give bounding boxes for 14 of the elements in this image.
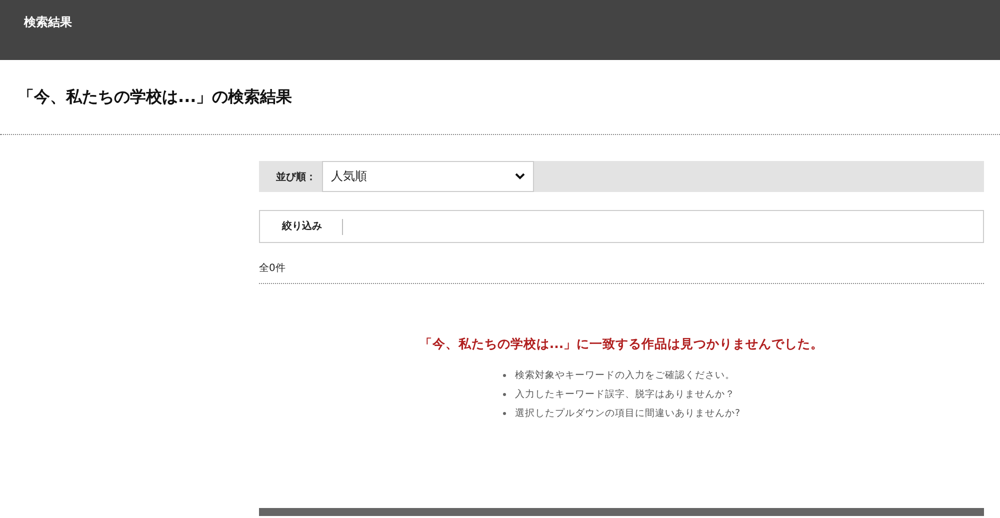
bullet-icon [502,393,506,396]
filter-tab[interactable]: 絞り込み [260,218,343,234]
result-count: 全0件 [259,261,984,284]
tip-text: 検索対象やキーワードの入力をご確認ください。 [514,369,735,382]
tip-text: 入力したキーワード誤字、脱字はありませんか？ [514,388,735,401]
bullet-icon [502,412,506,415]
no-results-message: 「今、私たちの学校は...」に一致する作品は見つかりませんでした。 [419,336,824,353]
header-title: 検索結果 [24,14,72,31]
sort-label: 並び順： [275,170,317,184]
page-title: 「今、私たちの学校は...」の検索結果 [18,86,292,108]
bullet-icon [502,374,506,377]
tip-text: 選択したプルダウンの項目に間違いありませんか? [514,407,740,420]
chevron-down-icon [515,173,525,180]
sort-select[interactable]: 人気順 [322,161,534,192]
